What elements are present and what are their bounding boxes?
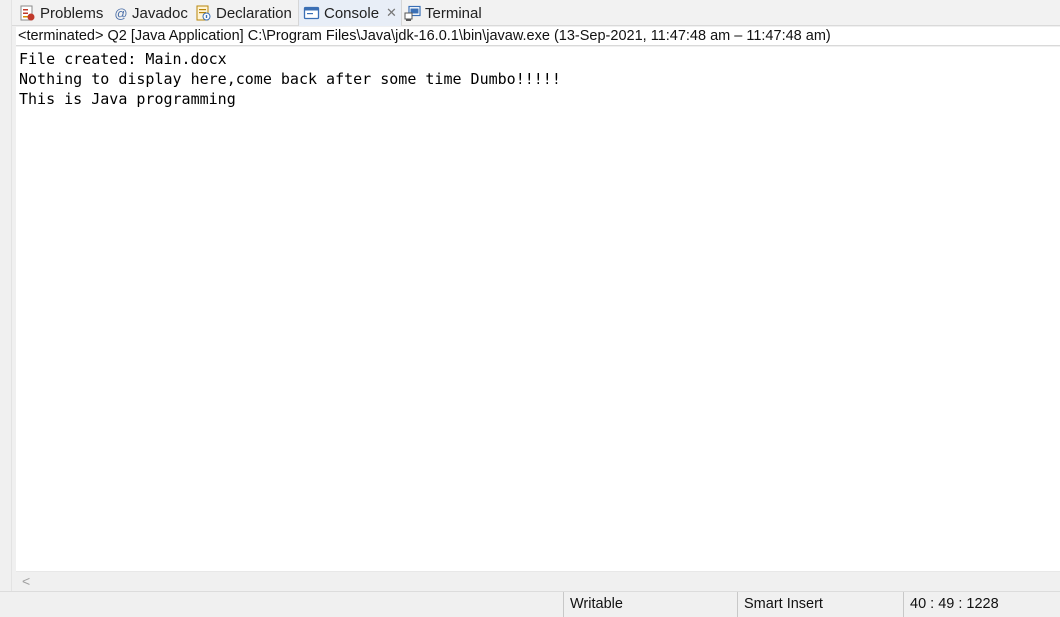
tab-javadoc-label: Javadoc: [132, 4, 188, 22]
tab-javadoc[interactable]: @ Javadoc: [114, 0, 188, 26]
problems-icon: [19, 5, 36, 22]
javadoc-icon: @: [114, 5, 128, 21]
console-line: Nothing to display here,come back after …: [19, 70, 561, 88]
tab-terminal-label: Terminal: [425, 4, 482, 22]
tab-problems[interactable]: Problems: [19, 0, 103, 26]
view-tab-bar: Problems @ Javadoc Declaration Console ✕…: [12, 0, 1060, 26]
writable-label: Writable: [570, 596, 623, 612]
status-bar: Writable Smart Insert 40 : 49 : 1228: [0, 591, 1060, 617]
cursor-position-label: 40 : 49 : 1228: [910, 596, 999, 612]
terminal-icon: [404, 5, 421, 22]
declaration-icon: [195, 5, 212, 22]
tab-terminal[interactable]: Terminal: [404, 0, 482, 26]
left-panel-edge: [0, 0, 12, 591]
console-line: This is Java programming: [19, 90, 236, 108]
tab-console[interactable]: Console ✕: [298, 0, 402, 26]
console-output[interactable]: File created: Main.docx Nothing to displ…: [16, 47, 1060, 571]
writable-status: Writable: [563, 592, 737, 617]
console-icon: [303, 5, 320, 22]
tab-problems-label: Problems: [40, 4, 104, 22]
insert-mode-label: Smart Insert: [744, 596, 823, 612]
console-process-status: <terminated> Q2 [Java Application] C:\Pr…: [16, 27, 1060, 46]
insert-mode-status[interactable]: Smart Insert: [737, 592, 902, 617]
tab-declaration-label: Declaration: [216, 4, 292, 22]
tab-declaration[interactable]: Declaration: [195, 0, 292, 26]
tab-console-label: Console: [324, 4, 380, 22]
close-icon[interactable]: ✕: [386, 5, 397, 21]
horizontal-scrollbar[interactable]: <: [16, 571, 1060, 590]
scroll-left-arrow[interactable]: <: [22, 572, 30, 591]
cursor-position-status: 40 : 49 : 1228: [903, 592, 1060, 617]
console-line: File created: Main.docx: [19, 50, 227, 68]
